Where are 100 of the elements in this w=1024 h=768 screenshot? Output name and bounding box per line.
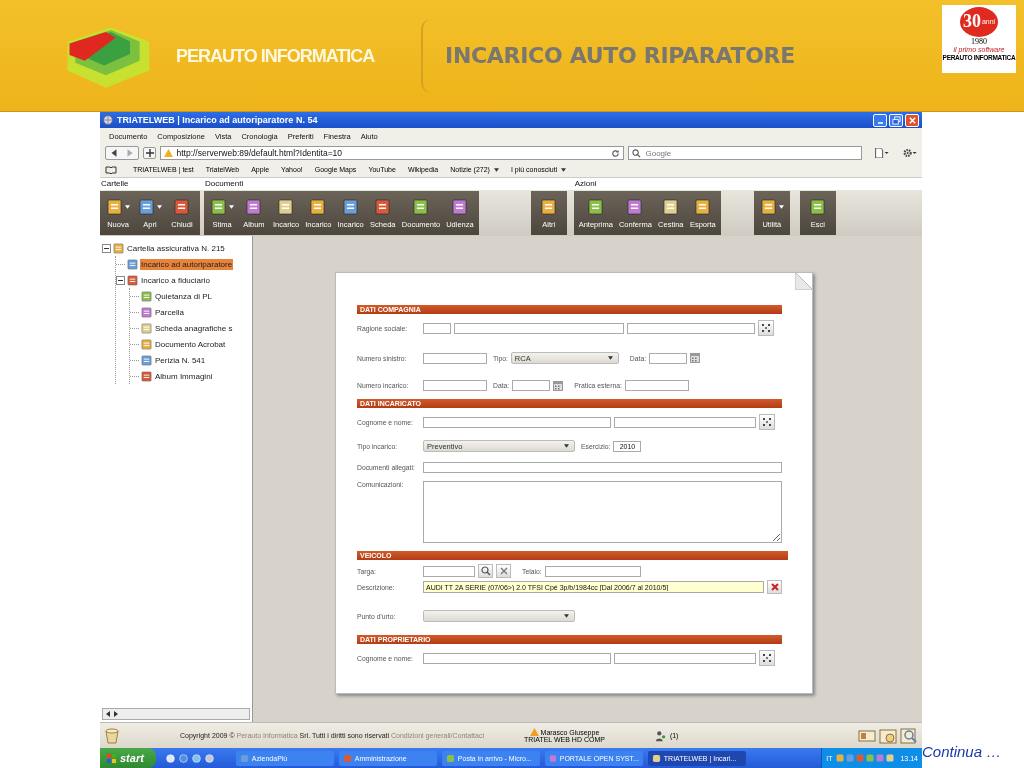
clear-button[interactable] <box>496 564 511 578</box>
url-text: http://serverweb:89/default.html?Identita=10 <box>176 148 343 158</box>
dropdown[interactable] <box>423 610 575 622</box>
reload-icon[interactable] <box>611 148 621 158</box>
document-icon <box>373 198 392 215</box>
close-icon <box>907 115 917 125</box>
tree-item[interactable]: Cartella assicurativa N. 215 <box>126 242 226 254</box>
document-icon <box>127 258 138 270</box>
tree-item[interactable]: Parcella <box>154 306 185 318</box>
calendar-icon[interactable] <box>553 380 564 391</box>
tree-item[interactable]: Perizia N. 541 <box>154 354 207 366</box>
text-field[interactable] <box>614 416 756 428</box>
caret-icon <box>125 204 130 209</box>
delete-button[interactable] <box>767 580 782 594</box>
start-button[interactable]: start <box>100 748 156 768</box>
app-icon <box>239 753 249 763</box>
scrollbar[interactable] <box>102 708 250 720</box>
text-field[interactable] <box>624 380 689 391</box>
caret-icon <box>607 356 613 360</box>
magnifier-icon[interactable] <box>900 727 918 744</box>
caret-icon <box>778 204 784 209</box>
minimize-button[interactable] <box>873 113 887 127</box>
tree-item[interactable]: Scheda anagrafiche s <box>154 322 234 334</box>
dots-icon <box>762 417 772 427</box>
document-icon <box>141 338 152 350</box>
date-field[interactable] <box>512 380 551 391</box>
document-icon <box>808 198 827 215</box>
tree-item[interactable]: Incarico ad autoriparatore <box>140 258 234 270</box>
collapse-icon[interactable] <box>116 275 125 285</box>
pick-button[interactable] <box>759 414 775 430</box>
document-icon <box>626 198 645 215</box>
app-icon <box>548 753 557 763</box>
tree-item[interactable]: Quietanza di PL <box>154 290 213 302</box>
document-icon <box>539 198 558 215</box>
date-field[interactable] <box>649 352 688 364</box>
collapse-icon[interactable] <box>102 243 111 253</box>
windows-logo-icon <box>106 752 117 764</box>
text-field[interactable] <box>423 652 611 664</box>
add-bookmark-button[interactable] <box>143 147 157 159</box>
document-icon <box>411 198 430 215</box>
document-icon <box>113 242 124 254</box>
caret-icon <box>564 444 569 448</box>
document-icon <box>309 198 328 215</box>
badge-number: 30 <box>962 11 981 32</box>
warning-icon <box>529 728 539 736</box>
document-icon <box>141 370 152 382</box>
document-icon <box>141 322 152 334</box>
caret-icon <box>561 167 567 172</box>
dots-icon <box>762 653 772 663</box>
text-field[interactable] <box>423 462 782 473</box>
close-button[interactable] <box>905 113 919 127</box>
gear-icon[interactable] <box>901 148 917 158</box>
group-label: Documenti <box>204 178 245 190</box>
card-icon[interactable] <box>858 727 876 744</box>
text-field[interactable] <box>627 322 755 334</box>
book-icon[interactable] <box>105 165 117 174</box>
app-icon <box>445 753 455 763</box>
text-field[interactable] <box>423 565 475 577</box>
text-field[interactable] <box>423 380 487 391</box>
caret-icon <box>229 204 234 209</box>
text-field[interactable] <box>454 322 624 334</box>
users-icon[interactable] <box>654 729 667 742</box>
plus-icon <box>145 149 154 157</box>
text-field[interactable] <box>423 352 487 364</box>
address-field[interactable]: http://serverweb:89/default.html?Identita=10 <box>160 146 625 160</box>
cross-icon <box>769 582 780 592</box>
document-icon <box>141 354 152 366</box>
page-icon[interactable] <box>874 148 890 158</box>
search-button[interactable] <box>478 564 493 578</box>
document-icon <box>210 198 228 215</box>
document-icon <box>277 198 296 215</box>
text-field[interactable] <box>423 416 611 428</box>
text-field[interactable] <box>544 565 641 577</box>
calendar-icon[interactable] <box>879 727 897 744</box>
document-icon <box>450 198 469 215</box>
tree-item[interactable]: Documento Acrobat <box>154 338 227 350</box>
maximize-button[interactable] <box>889 113 903 127</box>
text-area[interactable] <box>423 481 782 543</box>
restore-icon <box>891 115 901 125</box>
caret-icon <box>493 167 499 172</box>
tree-item[interactable]: Incarico a fiduciario <box>140 274 211 286</box>
document-icon <box>661 198 680 215</box>
scroll-arrows-icon[interactable] <box>106 711 118 717</box>
calendar-icon[interactable] <box>690 353 701 363</box>
pick-button[interactable] <box>759 650 775 666</box>
pick-button[interactable] <box>758 320 774 336</box>
text-field[interactable] <box>614 652 756 664</box>
app-icon <box>342 753 352 763</box>
minimize-icon <box>877 121 883 124</box>
text-field[interactable] <box>423 322 451 334</box>
document-icon <box>138 198 156 215</box>
app-icon <box>651 753 661 763</box>
search-icon <box>632 149 642 158</box>
tree-item[interactable]: Album Immagini <box>154 370 214 382</box>
cross-icon <box>498 566 509 576</box>
continue-link[interactable]: Continua … <box>922 743 1002 760</box>
search-icon <box>480 566 491 576</box>
document-icon <box>141 306 152 318</box>
globe-icon <box>103 115 113 125</box>
search-field[interactable]: Google <box>628 146 863 160</box>
